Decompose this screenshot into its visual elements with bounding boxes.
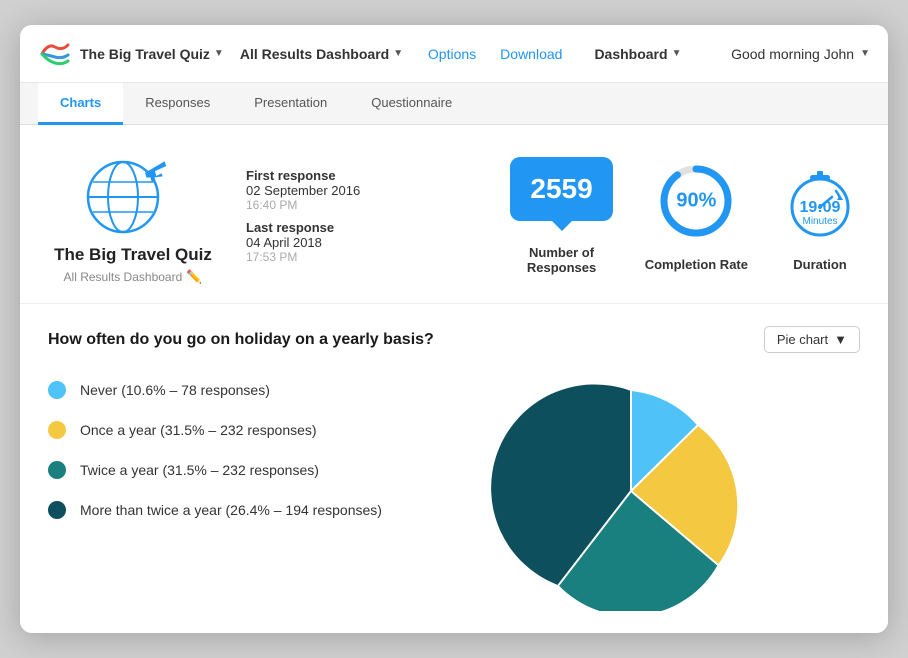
chart-type-chevron: ▼	[834, 332, 847, 347]
last-response-label: Last response	[246, 220, 406, 235]
duration-stat: 19:09 Minutes Duration	[780, 161, 860, 272]
header-right: Good morning John ▼	[731, 46, 870, 62]
completion-circle: 90%	[656, 161, 736, 241]
legend-item-once: Once a year (31.5% – 232 responses)	[48, 421, 382, 439]
chart-section: How often do you go on holiday on a year…	[20, 304, 888, 633]
pie-chart-svg	[491, 371, 771, 611]
dashboard-menu-chevron: ▼	[672, 48, 682, 59]
last-response-date: 04 April 2018	[246, 235, 406, 250]
chart-header: How often do you go on holiday on a year…	[48, 326, 860, 353]
quiz-name: The Big Travel Quiz	[54, 245, 212, 265]
legend-item-more: More than twice a year (26.4% – 194 resp…	[48, 501, 382, 519]
legend-dot-never	[48, 381, 66, 399]
tab-charts[interactable]: Charts	[38, 83, 123, 125]
legend-dot-twice	[48, 461, 66, 479]
legend-dot-once	[48, 421, 66, 439]
greeting-chevron[interactable]: ▼	[860, 48, 870, 59]
quiz-illustration	[73, 147, 193, 237]
duration-time: 19:09	[800, 199, 841, 217]
quiz-title-label: The Big Travel Quiz	[80, 46, 210, 62]
pie-area	[402, 371, 860, 611]
tab-responses[interactable]: Responses	[123, 83, 232, 125]
header: The Big Travel Quiz ▼ All Results Dashbo…	[20, 25, 888, 83]
responses-label: Number ofResponses	[527, 245, 596, 275]
completion-stat: 90% Completion Rate	[645, 161, 748, 272]
chart-question: How often do you go on holiday on a year…	[48, 331, 434, 349]
response-info: First response 02 September 2016 16:40 P…	[246, 168, 406, 264]
duration-timer: 19:09 Minutes	[780, 161, 860, 241]
legend-text-once: Once a year (31.5% – 232 responses)	[80, 422, 317, 438]
dashboard-chevron: ▼	[393, 48, 403, 59]
tab-questionnaire[interactable]: Questionnaire	[349, 83, 474, 125]
dashboard-selector-label: All Results Dashboard	[240, 46, 389, 62]
edit-icon[interactable]: ✏️	[186, 269, 202, 285]
tab-presentation[interactable]: Presentation	[232, 83, 349, 125]
header-nav: Options Download Dashboard ▼	[428, 46, 682, 62]
first-response-date: 02 September 2016	[246, 183, 406, 198]
first-response-label: First response	[246, 168, 406, 183]
quiz-sub: All Results Dashboard ✏️	[64, 269, 203, 285]
chart-type-label: Pie chart	[777, 332, 828, 347]
stats-area: 2559 Number ofResponses 90% Completion R…	[510, 157, 860, 275]
legend-item-never: Never (10.6% – 78 responses)	[48, 381, 382, 399]
last-response-time: 17:53 PM	[246, 250, 406, 264]
logo-icon	[38, 37, 72, 71]
app-container: The Big Travel Quiz ▼ All Results Dashbo…	[20, 25, 888, 633]
responses-stat: 2559 Number ofResponses	[510, 157, 612, 275]
download-link[interactable]: Download	[500, 46, 562, 62]
quiz-title-chevron: ▼	[214, 48, 224, 59]
dashboard-menu-button[interactable]: Dashboard ▼	[594, 46, 681, 62]
chart-type-button[interactable]: Pie chart ▼	[764, 326, 860, 353]
tabs-bar: Charts Responses Presentation Questionna…	[20, 83, 888, 125]
legend-area: Never (10.6% – 78 responses) Once a year…	[48, 371, 382, 519]
legend-text-more: More than twice a year (26.4% – 194 resp…	[80, 502, 382, 518]
legend-dot-more	[48, 501, 66, 519]
completion-value: 90%	[676, 189, 716, 212]
quiz-brand: The Big Travel Quiz All Results Dashboar…	[48, 147, 218, 285]
dashboard-menu-label: Dashboard	[594, 46, 667, 62]
duration-label: Duration	[793, 257, 846, 272]
legend-text-never: Never (10.6% – 78 responses)	[80, 382, 270, 398]
options-link[interactable]: Options	[428, 46, 476, 62]
last-response-block: Last response 04 April 2018 17:53 PM	[246, 220, 406, 264]
greeting-text: Good morning John	[731, 46, 854, 62]
duration-unit: Minutes	[802, 216, 837, 227]
legend-text-twice: Twice a year (31.5% – 232 responses)	[80, 462, 319, 478]
logo-area: The Big Travel Quiz ▼ All Results Dashbo…	[38, 37, 403, 71]
dashboard-selector-button[interactable]: All Results Dashboard ▼	[240, 46, 403, 62]
chart-body: Never (10.6% – 78 responses) Once a year…	[48, 371, 860, 611]
responses-bubble: 2559	[510, 157, 612, 221]
quiz-title-button[interactable]: The Big Travel Quiz ▼	[80, 46, 224, 62]
info-section: The Big Travel Quiz All Results Dashboar…	[20, 125, 888, 304]
legend-item-twice: Twice a year (31.5% – 232 responses)	[48, 461, 382, 479]
completion-label: Completion Rate	[645, 257, 748, 272]
first-response-block: First response 02 September 2016 16:40 P…	[246, 168, 406, 212]
first-response-time: 16:40 PM	[246, 198, 406, 212]
